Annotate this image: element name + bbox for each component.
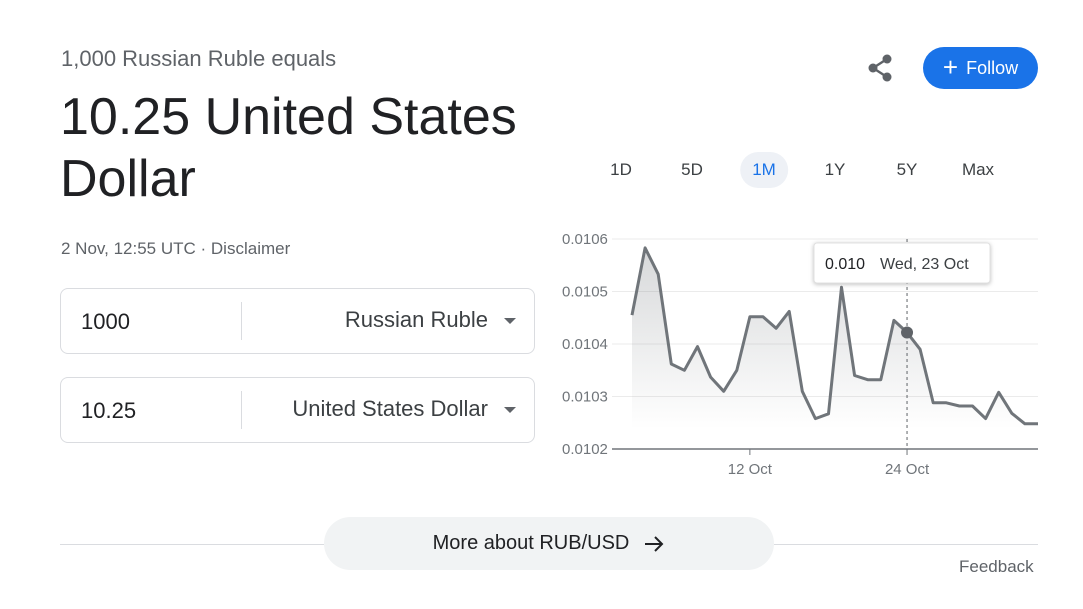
to-currency-select[interactable]: United States Dollar — [292, 396, 488, 422]
range-tab-5d[interactable]: 5D — [669, 152, 715, 188]
more-about-label: More about RUB/USD — [432, 532, 630, 554]
y-tick-label: 0.0104 — [562, 336, 608, 353]
share-icon[interactable] — [864, 52, 896, 84]
follow-button[interactable]: + Follow — [923, 47, 1038, 89]
dropdown-arrow-icon[interactable] — [504, 318, 516, 324]
range-tabs: 1D 5D 1M 1Y 5Y Max — [590, 152, 1020, 188]
range-tab-5y[interactable]: 5Y — [885, 152, 930, 188]
arrow-right-icon — [645, 535, 664, 552]
divider — [241, 302, 242, 340]
range-tab-1y[interactable]: 1Y — [813, 152, 858, 188]
x-tick-label: 24 Oct — [885, 461, 930, 478]
footer-divider-left — [60, 544, 324, 545]
y-tick-label: 0.0102 — [562, 441, 608, 458]
y-tick-label: 0.0103 — [562, 389, 608, 406]
from-currency-row: 1000 Russian Ruble — [60, 288, 535, 354]
range-tab-1m[interactable]: 1M — [740, 152, 788, 188]
to-currency-row: 10.25 United States Dollar — [60, 377, 535, 443]
range-tab-max[interactable]: Max — [950, 152, 1006, 188]
range-tab-1d[interactable]: 1D — [598, 152, 644, 188]
footer-divider-right — [774, 544, 1038, 545]
dropdown-arrow-icon[interactable] — [504, 407, 516, 413]
follow-label: Follow — [966, 57, 1019, 78]
from-amount-input[interactable]: 1000 — [81, 309, 130, 335]
hover-point — [901, 326, 914, 339]
to-amount-input[interactable]: 10.25 — [81, 398, 136, 424]
tooltip-date: Wed, 23 Oct — [880, 256, 969, 273]
disclaimer-link[interactable]: Disclaimer — [211, 239, 290, 258]
y-tick-label: 0.0106 — [562, 231, 608, 248]
separator: · — [195, 239, 211, 258]
price-chart[interactable]: 0.0106 0.0105 0.0104 0.0103 0.0102 12 Oct 24 O… — [550, 225, 1050, 485]
timestamp: 2 Nov, 12:55 UTC — [61, 239, 196, 258]
timestamp-line: 2 Nov, 12:55 UTC · Disclaimer — [61, 239, 290, 259]
feedback-link[interactable]: Feedback — [959, 557, 1034, 577]
divider — [241, 391, 242, 429]
conversion-result: 10.25 United States Dollar — [60, 88, 517, 208]
more-about-button[interactable]: More about RUB/USD — [324, 517, 774, 570]
y-tick-label: 0.0105 — [562, 284, 608, 301]
x-tick-label: 12 Oct — [728, 461, 773, 478]
plus-icon: + — [942, 52, 959, 82]
conversion-subtitle: 1,000 Russian Ruble equals — [61, 46, 337, 71]
from-currency-select[interactable]: Russian Ruble — [345, 307, 488, 333]
tooltip-value: 0.010 — [825, 256, 865, 273]
